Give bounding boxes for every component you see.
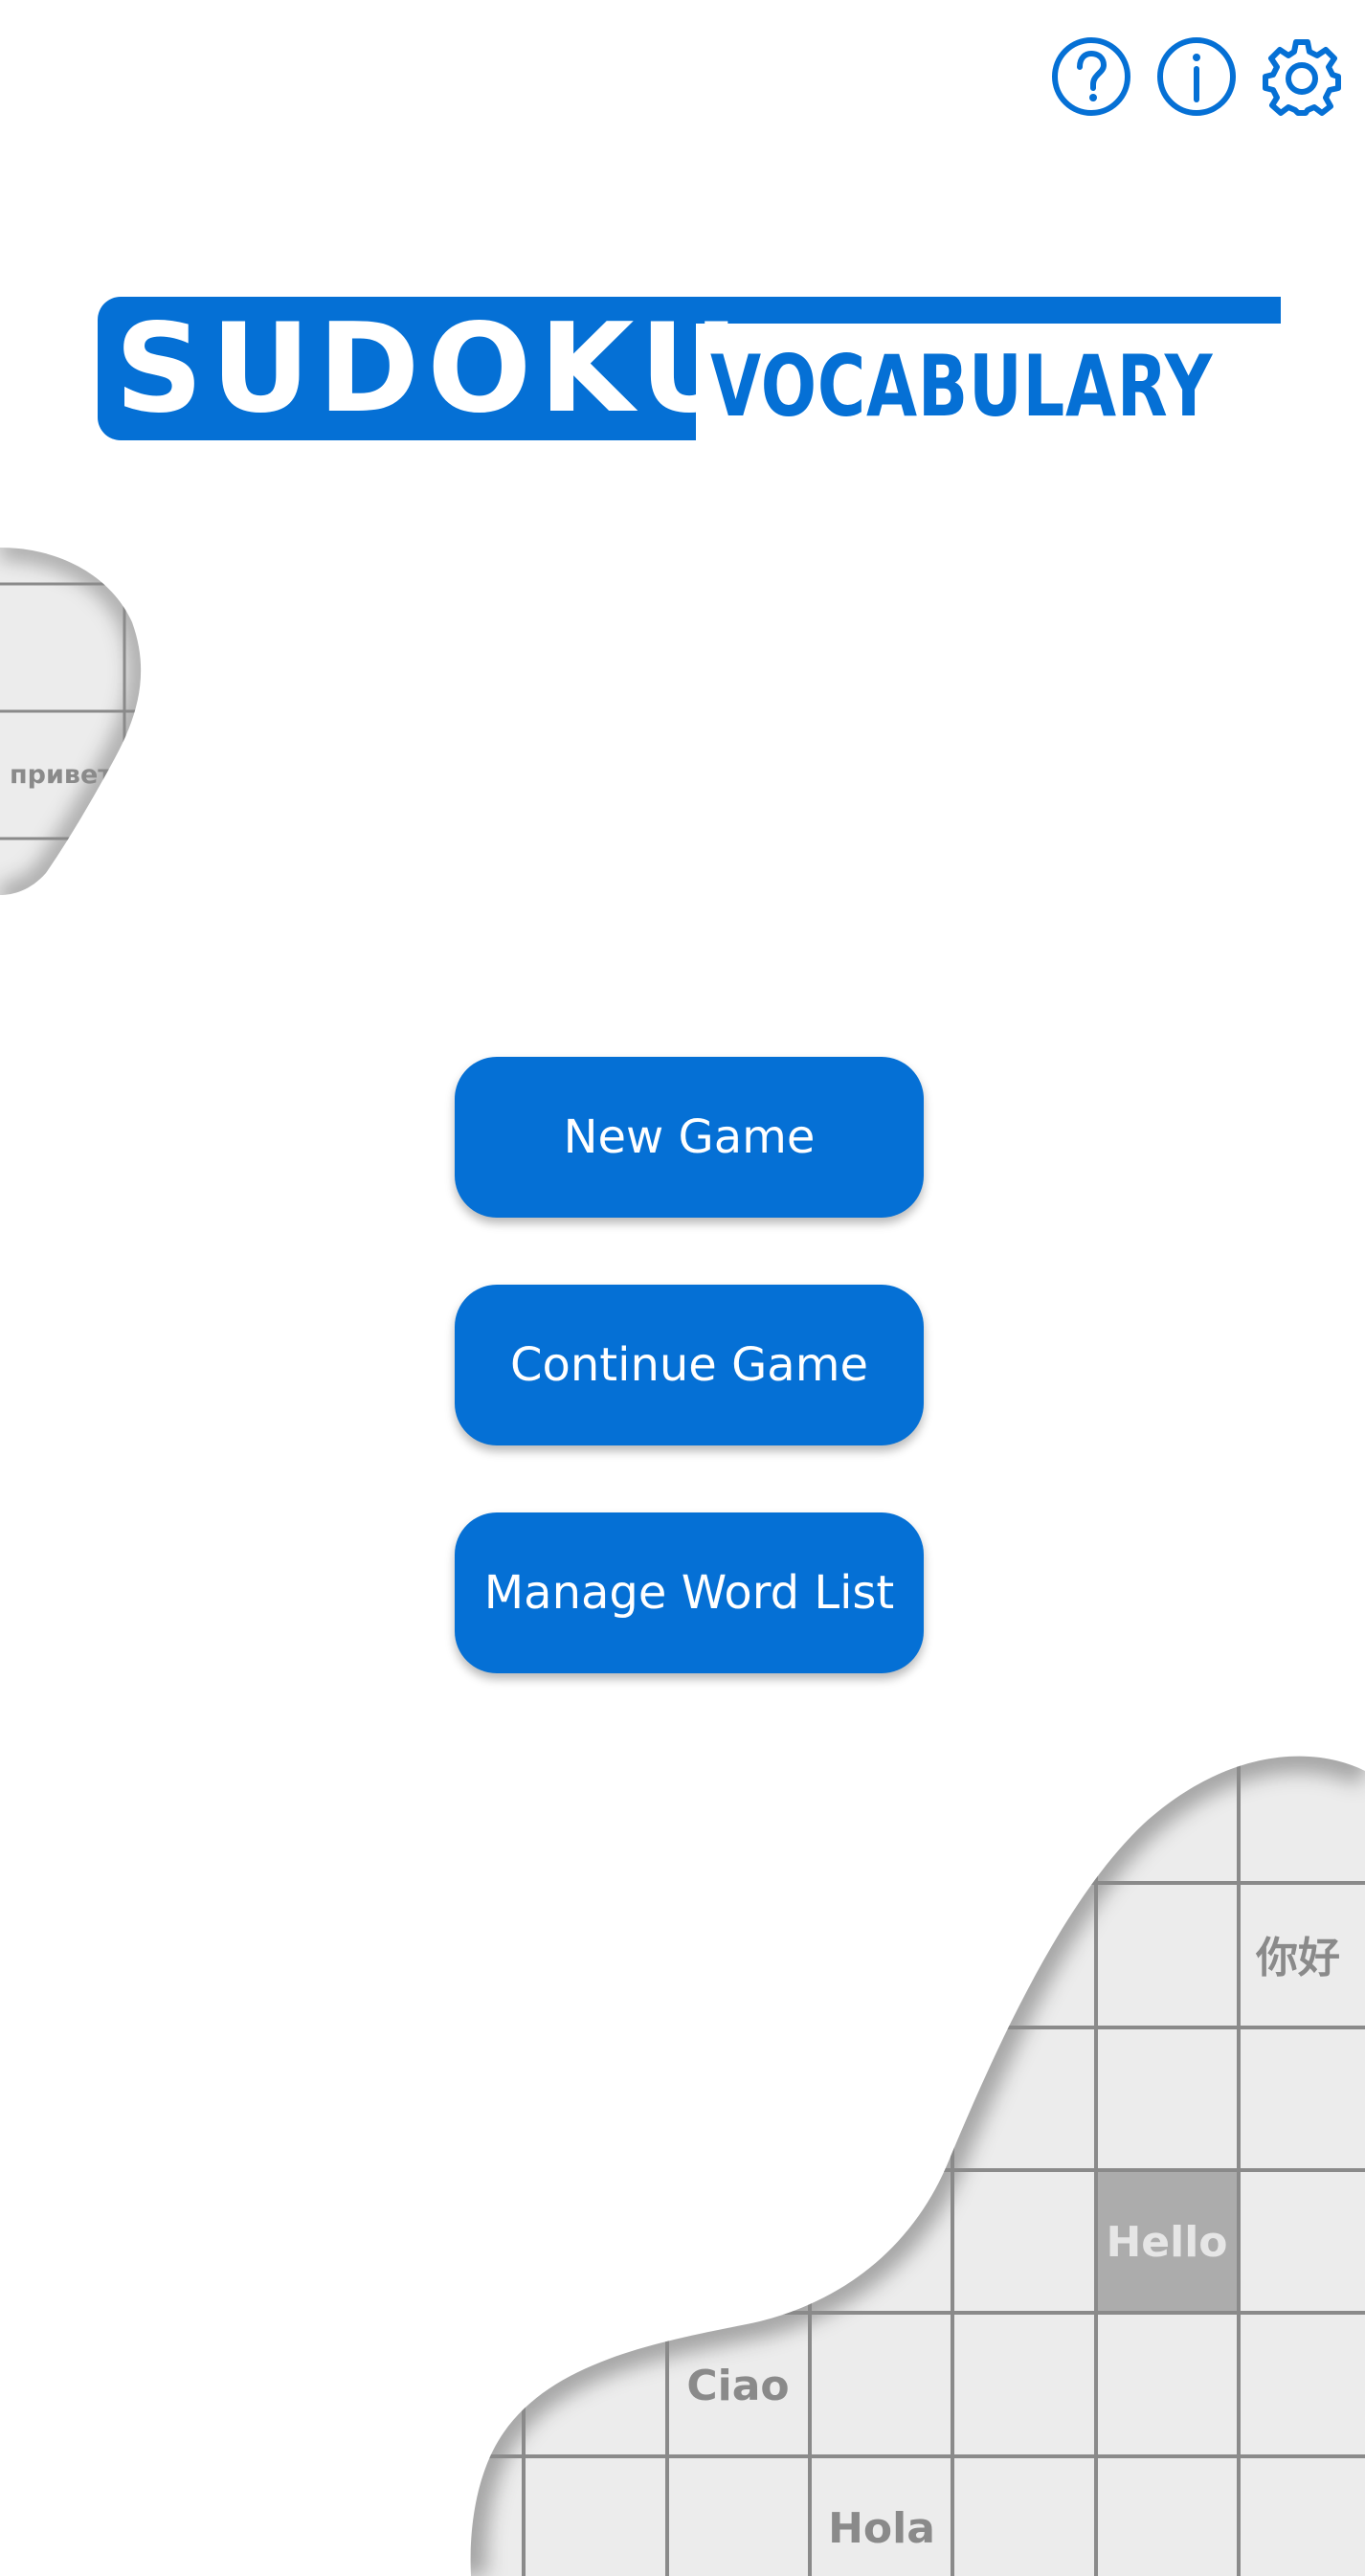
info-button[interactable]	[1156, 36, 1237, 117]
grid-blob-bottom-right: 你好 Hello Ciao Hola	[470, 1756, 1365, 2576]
grid-word-chinese: 你好	[1255, 1934, 1340, 1982]
help-icon	[1052, 37, 1130, 116]
grid-blob-top-left: привет	[0, 548, 142, 895]
info-icon	[1157, 37, 1236, 116]
highlighted-cell	[1096, 2170, 1239, 2313]
main-menu: New Game Continue Game Manage Word List	[455, 1057, 924, 1740]
app-logo: SUDOKU VOCABULARY	[98, 297, 1281, 440]
grid-word-russian: привет	[10, 760, 113, 790]
manage-word-list-button[interactable]: Manage Word List	[455, 1512, 924, 1673]
logo-word-sudoku: SUDOKU	[115, 298, 748, 440]
new-game-button[interactable]: New Game	[455, 1057, 924, 1218]
grid-word-english: Hello	[1106, 2218, 1227, 2267]
settings-button[interactable]	[1262, 36, 1342, 117]
top-icon-bar	[1051, 36, 1342, 117]
continue-game-button[interactable]: Continue Game	[455, 1285, 924, 1445]
logo-word-vocabulary: VOCABULARY	[710, 337, 1214, 436]
logo-top-bar	[672, 297, 1281, 324]
help-button[interactable]	[1051, 36, 1131, 117]
grid-word-spanish: Hola	[828, 2504, 935, 2553]
grid-word-italian: Ciao	[686, 2362, 789, 2410]
settings-gear-icon	[1263, 39, 1341, 116]
